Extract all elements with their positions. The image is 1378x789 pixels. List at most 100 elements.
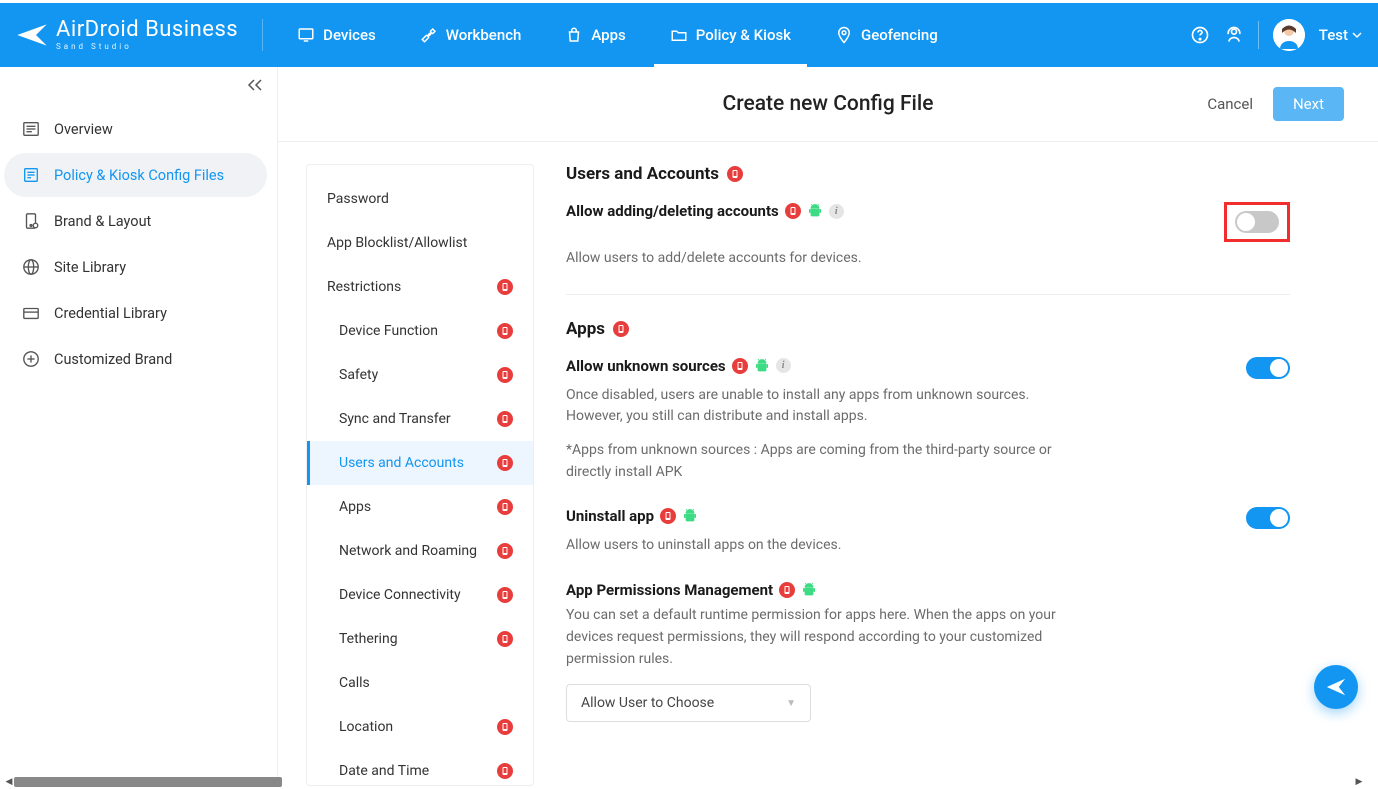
phone-gear-icon <box>22 212 40 230</box>
sidebar-item-policy-kiosk-config[interactable]: Policy & Kiosk Config Files <box>4 153 267 197</box>
category-item[interactable]: Users and Accounts <box>307 441 533 485</box>
plus-circle-icon <box>22 350 40 368</box>
setting-uninstall-app: Uninstall app Allow users to uninstall a… <box>566 507 1290 557</box>
brand-name: AirDroid Business <box>56 19 238 41</box>
brand-sub: Sand Studio <box>56 43 238 51</box>
nav-devices[interactable]: Devices <box>275 3 398 67</box>
device-badge-icon <box>660 508 676 524</box>
globe-icon <box>22 258 40 276</box>
device-badge-icon <box>497 631 513 647</box>
setting-description: Allow users to add/delete accounts for d… <box>566 248 1066 270</box>
category-item[interactable]: Network and Roaming <box>307 529 533 573</box>
folder-icon <box>670 26 688 44</box>
info-icon[interactable]: i <box>776 358 791 373</box>
toggle-unknown-sources[interactable] <box>1246 357 1290 379</box>
device-badge-icon <box>497 323 513 339</box>
nav-items: Devices Workbench Apps Policy & Kiosk Ge… <box>275 3 1190 67</box>
device-badge-icon <box>497 543 513 559</box>
category-item[interactable]: Safety <box>307 353 533 397</box>
device-badge-icon <box>613 321 629 337</box>
info-icon[interactable]: i <box>829 204 844 219</box>
device-badge-icon <box>727 166 743 182</box>
support-icon[interactable] <box>1224 25 1244 45</box>
sidebar-item-site-library[interactable]: Site Library <box>4 245 267 289</box>
section-divider <box>566 294 1290 295</box>
brand-logo[interactable]: AirDroid Business Sand Studio <box>16 19 263 51</box>
user-avatar[interactable] <box>1273 19 1305 51</box>
setting-description: You can set a default runtime permission… <box>566 605 1066 670</box>
nav-workbench[interactable]: Workbench <box>398 3 544 67</box>
sidebar-item-overview[interactable]: Overview <box>4 107 267 151</box>
pin-icon <box>835 26 853 44</box>
content-area: Create new Config File Cancel Next Passw… <box>278 67 1378 786</box>
left-sidebar: Overview Policy & Kiosk Config Files Bra… <box>0 67 278 786</box>
toggle-allow-accounts[interactable] <box>1235 211 1279 233</box>
sidebar-item-brand-layout[interactable]: Brand & Layout <box>4 199 267 243</box>
setting-label: Uninstall app <box>566 507 654 525</box>
monitor-icon <box>297 26 315 44</box>
setting-label: App Permissions Management <box>566 581 773 599</box>
section-apps: Apps <box>566 319 1290 339</box>
category-item[interactable]: Device Function <box>307 309 533 353</box>
chevron-down-icon: ▼ <box>786 698 796 709</box>
help-icon[interactable] <box>1190 25 1210 45</box>
divider <box>1258 21 1259 49</box>
category-item[interactable]: App Blocklist/Allowlist <box>307 221 533 265</box>
device-badge-icon <box>497 455 513 471</box>
device-badge-icon <box>497 367 513 383</box>
setting-app-permissions: App Permissions Management You can set a… <box>566 581 1290 722</box>
next-button[interactable]: Next <box>1273 87 1344 121</box>
device-badge-icon <box>779 582 795 598</box>
chevron-down-icon <box>1352 30 1362 40</box>
top-nav: AirDroid Business Sand Studio Devices Wo… <box>0 3 1378 67</box>
overview-icon <box>22 120 40 138</box>
category-item[interactable]: Apps <box>307 485 533 529</box>
device-badge-icon <box>497 499 513 515</box>
card-icon <box>22 304 40 322</box>
setting-note: *Apps from unknown sources : Apps are co… <box>566 440 1066 483</box>
android-icon <box>754 358 770 374</box>
user-menu[interactable]: Test <box>1319 26 1362 44</box>
sidebar-collapse[interactable] <box>247 77 263 96</box>
sidebar-item-customized-brand[interactable]: Customized Brand <box>4 337 267 381</box>
setting-allow-add-delete-accounts: Allow adding/deleting accounts i Allow u… <box>566 202 1290 270</box>
android-icon <box>807 203 823 219</box>
page-title: Create new Config File <box>723 92 934 116</box>
android-icon <box>801 582 817 598</box>
permission-select[interactable]: Allow User to Choose ▼ <box>566 684 811 722</box>
section-users-accounts: Users and Accounts <box>566 164 1290 184</box>
sidebar-item-credential-library[interactable]: Credential Library <box>4 291 267 335</box>
setting-allow-unknown-sources: Allow unknown sources i Once disabled, u… <box>566 357 1290 484</box>
category-item[interactable]: Location <box>307 705 533 749</box>
nav-policy-kiosk[interactable]: Policy & Kiosk <box>648 3 813 67</box>
content-header: Create new Config File Cancel Next <box>278 67 1378 142</box>
bag-icon <box>565 26 583 44</box>
android-icon <box>682 508 698 524</box>
fab-send[interactable] <box>1314 665 1358 709</box>
category-item[interactable]: Restrictions <box>307 265 533 309</box>
setting-label: Allow unknown sources <box>566 357 726 375</box>
category-item[interactable]: Device Connectivity <box>307 573 533 617</box>
device-badge-icon <box>785 203 801 219</box>
device-badge-icon <box>497 279 513 295</box>
category-item[interactable]: Calls <box>307 661 533 705</box>
category-item[interactable]: Tethering <box>307 617 533 661</box>
device-badge-icon <box>497 719 513 735</box>
setting-description: Allow users to uninstall apps on the dev… <box>566 535 1066 557</box>
wrench-icon <box>420 26 438 44</box>
settings-panel: Users and Accounts Allow adding/deleting… <box>566 164 1350 786</box>
config-icon <box>22 166 40 184</box>
device-badge-icon <box>497 411 513 427</box>
setting-label: Allow adding/deleting accounts <box>566 202 779 220</box>
nav-apps[interactable]: Apps <box>543 3 647 67</box>
category-item[interactable]: Password <box>307 177 533 221</box>
device-badge-icon <box>497 587 513 603</box>
device-badge-icon <box>732 358 748 374</box>
toggle-uninstall-app[interactable] <box>1246 507 1290 529</box>
paper-plane-logo-icon <box>16 20 48 50</box>
setting-description: Once disabled, users are unable to insta… <box>566 385 1066 428</box>
nav-geofencing[interactable]: Geofencing <box>813 3 960 67</box>
header-right: Test <box>1190 19 1362 51</box>
category-item[interactable]: Sync and Transfer <box>307 397 533 441</box>
cancel-button[interactable]: Cancel <box>1207 95 1253 113</box>
